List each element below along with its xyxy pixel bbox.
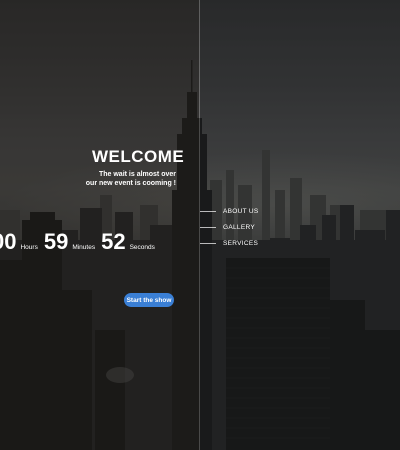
countdown-timer: 00 Hours 59 Minutes 52 Seconds <box>0 229 161 255</box>
side-menu: ABOUT US GALLERY SERVICES <box>200 203 259 251</box>
hero-title: WELCOME <box>92 147 185 166</box>
countdown-hours-value: 00 <box>0 229 17 254</box>
countdown-seconds-value: 52 <box>101 229 126 254</box>
menu-item-about-us[interactable]: ABOUT US <box>200 203 259 219</box>
page: WELCOME The wait is almost over our new … <box>0 0 400 450</box>
countdown-seconds-label: Seconds <box>129 244 155 251</box>
menu-item-label: SERVICES <box>223 239 259 247</box>
menu-item-line <box>200 242 216 244</box>
countdown-minutes-label: Minutes <box>72 244 96 251</box>
menu-item-label: GALLERY <box>223 223 255 231</box>
hero-subtitle: The wait is almost over our new event is… <box>86 171 176 188</box>
menu-item-gallery[interactable]: GALLERY <box>200 219 259 235</box>
menu-item-line <box>200 210 216 212</box>
menu-item-label: ABOUT US <box>223 207 259 215</box>
menu-item-line <box>200 226 216 228</box>
hero-subtitle-line1: The wait is almost over <box>98 171 176 178</box>
start-show-button[interactable]: Start the show <box>124 293 174 307</box>
menu-item-services[interactable]: SERVICES <box>200 235 259 251</box>
countdown-hours-label: Hours <box>20 244 38 251</box>
hero-subtitle-line2: our new event is cooming ! <box>85 179 176 187</box>
countdown-minutes-value: 59 <box>43 229 69 254</box>
left-overlay-panel <box>0 0 199 450</box>
